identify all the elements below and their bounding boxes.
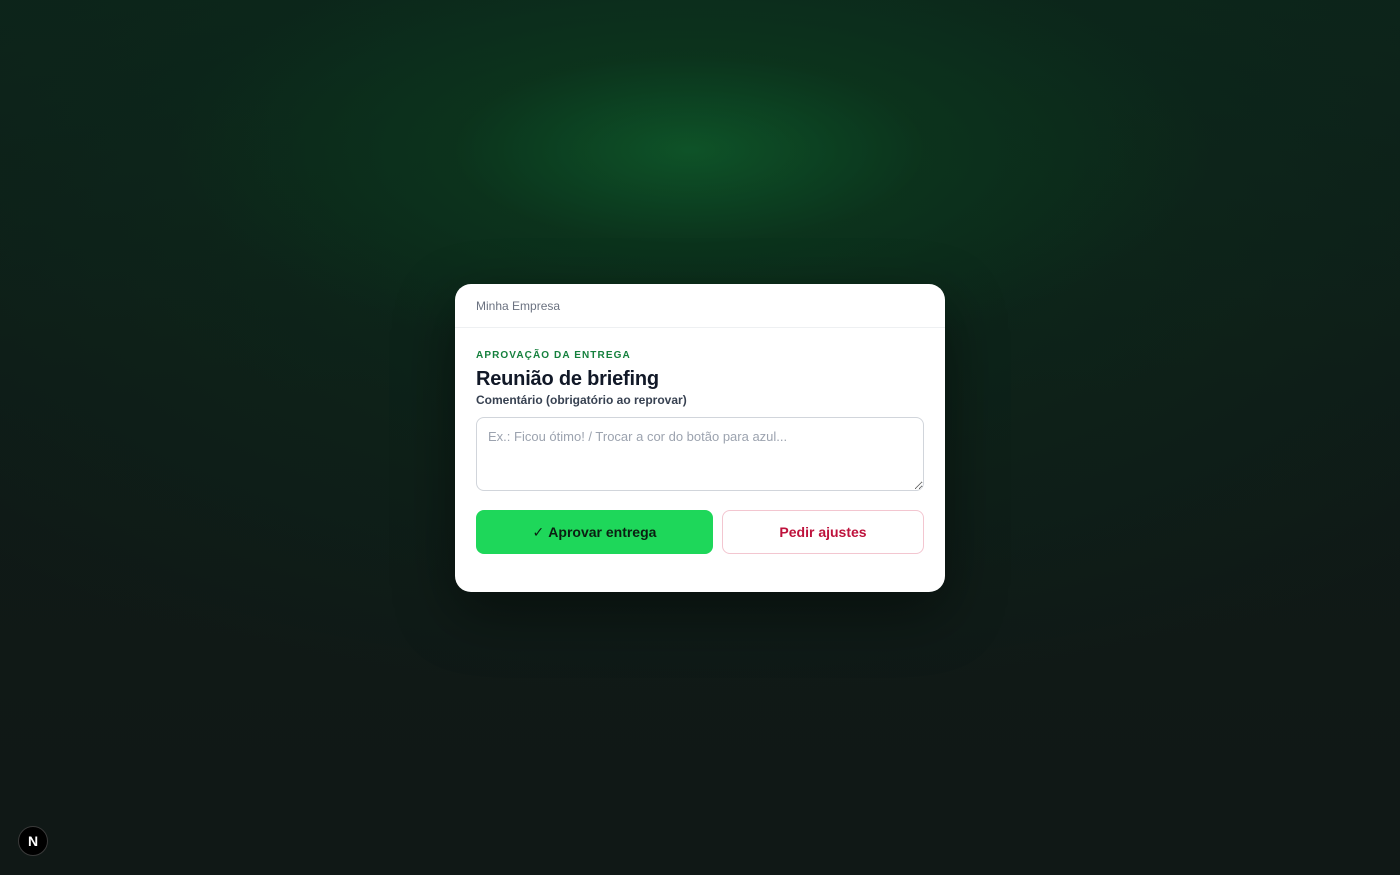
approve-delivery-button[interactable]: ✓ Aprovar entrega	[476, 510, 713, 554]
adjust-button-label: Pedir ajustes	[779, 524, 867, 540]
card-header: Minha Empresa	[455, 284, 945, 328]
company-name: Minha Empresa	[476, 298, 561, 313]
approval-card: Minha Empresa APROVAÇÃO DA ENTREGA Reuni…	[455, 284, 945, 592]
section-eyebrow: APROVAÇÃO DA ENTREGA	[476, 350, 631, 361]
next-badge-letter: N	[27, 833, 39, 849]
card-body: APROVAÇÃO DA ENTREGA Reunião de briefing…	[455, 328, 945, 575]
request-adjustments-button[interactable]: Pedir ajustes	[722, 510, 924, 554]
checkmark-icon: ✓	[532, 524, 545, 540]
nextjs-logo-icon[interactable]: N	[18, 826, 48, 856]
comment-label: Comentário (obrigatório ao reprovar)	[476, 393, 687, 407]
action-buttons: ✓ Aprovar entrega Pedir ajustes	[476, 510, 924, 554]
comment-textarea[interactable]	[476, 417, 924, 491]
page-title: Reunião de briefing	[476, 368, 659, 390]
approve-button-label: Aprovar entrega	[548, 524, 657, 540]
